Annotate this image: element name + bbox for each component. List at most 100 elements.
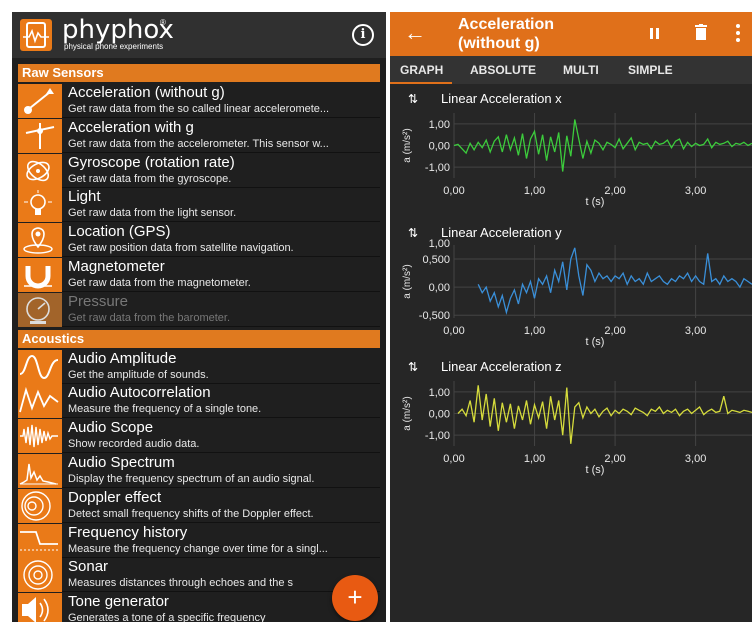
experiment-description: Measure the frequency of a single tone.	[68, 403, 262, 416]
experiment-item[interactable]: Audio Spectrum Display the frequency spec…	[18, 454, 380, 488]
audio-autocorrelation-icon	[18, 384, 62, 419]
y-axis-label: a (m/s²)	[402, 396, 413, 430]
graph-2[interactable]: 1,00 0,500 0,00 -0,500 0,00 1,00 2,00 3,00 t (s)…	[390, 222, 752, 356]
view-tabs: GRAPH ABSOLUTE MULTI SIMPLE	[390, 56, 752, 84]
experiment-description: Get raw data from the so called linear a…	[68, 103, 330, 115]
sonar-icon	[18, 558, 62, 593]
acceleration-icon	[18, 84, 62, 118]
app-subtitle: physical phone experiments	[64, 42, 164, 51]
app-header: phyphox ® physical phone experiments i	[12, 12, 386, 58]
x-tick-label: 2,00	[604, 325, 625, 337]
tab-absolute[interactable]: ABSOLUTE	[470, 63, 536, 77]
x-tick-label: 3,00	[685, 325, 706, 337]
x-tick-label: 0,00	[443, 453, 464, 465]
x-axis-label: t (s)	[585, 336, 604, 348]
x-tick-label: 1,00	[524, 453, 545, 465]
experiment-title: Audio Spectrum	[68, 454, 175, 471]
audio-spectrum-icon	[18, 454, 62, 488]
experiment-item[interactable]: Doppler effect Detect small frequency shi…	[18, 488, 380, 523]
experiment-item[interactable]: Pressure Get raw data from the barometer.	[18, 292, 380, 327]
y-tick-label: 0,00	[429, 282, 450, 294]
frequency-history-icon	[18, 523, 62, 558]
magnet-icon	[18, 258, 62, 292]
experiment-description: Get raw data from the gyroscope.	[68, 172, 232, 185]
y-tick-label: -1,00	[425, 162, 450, 174]
experiment-title: Magnetometer	[68, 258, 165, 275]
experiment-view-panel: ← Acceleration (without g) GRAPH ABSOLUTE…	[390, 12, 752, 622]
gyroscope-icon	[18, 153, 62, 188]
experiment-title: Gyroscope (rotation rate)	[68, 153, 235, 171]
experiment-title: Doppler effect	[68, 488, 162, 506]
y-tick-label: 0,500	[422, 254, 450, 266]
experiment-description: Get raw data from the light sensor.	[68, 207, 237, 220]
pause-icon[interactable]	[650, 28, 660, 39]
experiment-title: Tone generator	[68, 593, 169, 611]
audio-scope-icon	[18, 419, 62, 454]
graph-1[interactable]: 1,00 0,00 -1,00 0,00 1,00 2,00 3,00 t (s) a (m/s…	[390, 88, 752, 222]
experiment-title: Pressure	[68, 292, 129, 310]
x-tick-label: 0,00	[443, 325, 464, 337]
experiment-item[interactable]: Audio Amplitude Get the amplitude of soun…	[18, 349, 380, 384]
x-axis-label: t (s)	[585, 464, 604, 476]
app-logo-text: phyphox	[62, 15, 174, 45]
y-tick-label: -1,00	[425, 430, 450, 442]
experiment-app-bar: ← Acceleration (without g)	[390, 12, 752, 56]
experiment-title: Location (GPS)	[68, 223, 171, 241]
experiment-description: Get raw data from the magnetometer.	[68, 277, 251, 289]
back-arrow-icon[interactable]: ←	[404, 20, 426, 46]
experiment-title: Frequency history	[68, 523, 188, 541]
x-tick-label: 0,00	[443, 185, 464, 197]
experiment-description: Detect small frequency shifts of the Dop…	[68, 507, 314, 520]
registered-mark: ®	[160, 18, 166, 27]
pressure-gauge-icon	[18, 292, 62, 327]
trash-icon[interactable]	[695, 24, 707, 40]
x-axis-label: t (s)	[585, 196, 604, 208]
experiment-description: Get raw data from the accelerometer. Thi…	[68, 137, 329, 150]
location-icon	[18, 223, 62, 258]
experiment-item[interactable]: Acceleration (without g) Get raw data fro…	[18, 84, 380, 118]
phyphox-logo-icon	[20, 19, 52, 51]
experiment-item[interactable]: Audio Autocorrelation Measure the frequen…	[18, 384, 380, 419]
experiment-item[interactable]: Tone generator Generates a tone of a spec…	[18, 593, 380, 622]
y-tick-label: 0,00	[429, 141, 450, 153]
x-tick-label: 1,00	[524, 185, 545, 197]
experiment-title: Acceleration (without g)	[458, 16, 555, 52]
experiment-item[interactable]: Location (GPS) Get raw position data from…	[18, 223, 380, 258]
y-tick-label: -0,500	[419, 310, 450, 322]
more-vert-icon[interactable]	[736, 24, 740, 42]
experiment-item[interactable]: Acceleration with g Get raw data from the…	[18, 118, 380, 153]
tab-simple[interactable]: SIMPLE	[628, 63, 673, 77]
experiment-item[interactable]: Audio Scope Show recorded audio data.	[18, 419, 380, 454]
experiment-item[interactable]: Sonar Measures distances through echoes a…	[18, 558, 380, 593]
y-axis-label: a (m/s²)	[402, 264, 413, 298]
y-tick-label: 1,00	[429, 119, 450, 131]
acceleration-g-icon	[18, 118, 62, 153]
y-tick-label: 1,00	[429, 238, 450, 250]
experiment-title: Audio Autocorrelation	[68, 384, 211, 402]
x-tick-label: 1,00	[524, 325, 545, 337]
experiment-item[interactable]: Light Get raw data from the light sensor.	[18, 188, 380, 223]
experiment-title: Audio Amplitude	[68, 349, 177, 367]
experiment-description: Generates a tone of a specific frequency	[68, 612, 266, 622]
active-tab-indicator	[390, 82, 452, 84]
graph-3[interactable]: 1,00 0,00 -1,00 0,00 1,00 2,00 3,00 t (s) a (m/s…	[390, 356, 752, 490]
experiment-list-panel: phyphox ® physical phone experiments i R…	[12, 12, 386, 622]
experiment-description: Display the frequency spectrum of an aud…	[68, 473, 315, 485]
x-tick-label: 3,00	[685, 453, 706, 465]
y-axis-label: a (m/s²)	[402, 128, 413, 162]
screen: phyphox ® physical phone experiments i R…	[0, 0, 752, 622]
audio-amplitude-icon	[18, 349, 62, 384]
section-header: Raw Sensors	[18, 64, 380, 82]
info-icon[interactable]: i	[352, 24, 374, 46]
experiment-description: Measure the frequency change over time f…	[68, 542, 328, 555]
y-tick-label: 1,00	[429, 387, 450, 399]
light-bulb-icon	[18, 188, 62, 223]
experiment-description: Get raw position data from satellite nav…	[68, 242, 294, 255]
experiment-item[interactable]: Magnetometer Get raw data from the magnet…	[18, 258, 380, 292]
experiment-item[interactable]: Frequency history Measure the frequency c…	[18, 523, 380, 558]
tab-multi[interactable]: MULTI	[563, 63, 599, 77]
experiment-item[interactable]: Gyroscope (rotation rate) Get raw data fr…	[18, 153, 380, 188]
tab-graph[interactable]: GRAPH	[400, 63, 443, 77]
experiment-title: Audio Scope	[68, 419, 154, 437]
add-experiment-button[interactable]: +	[332, 575, 378, 621]
